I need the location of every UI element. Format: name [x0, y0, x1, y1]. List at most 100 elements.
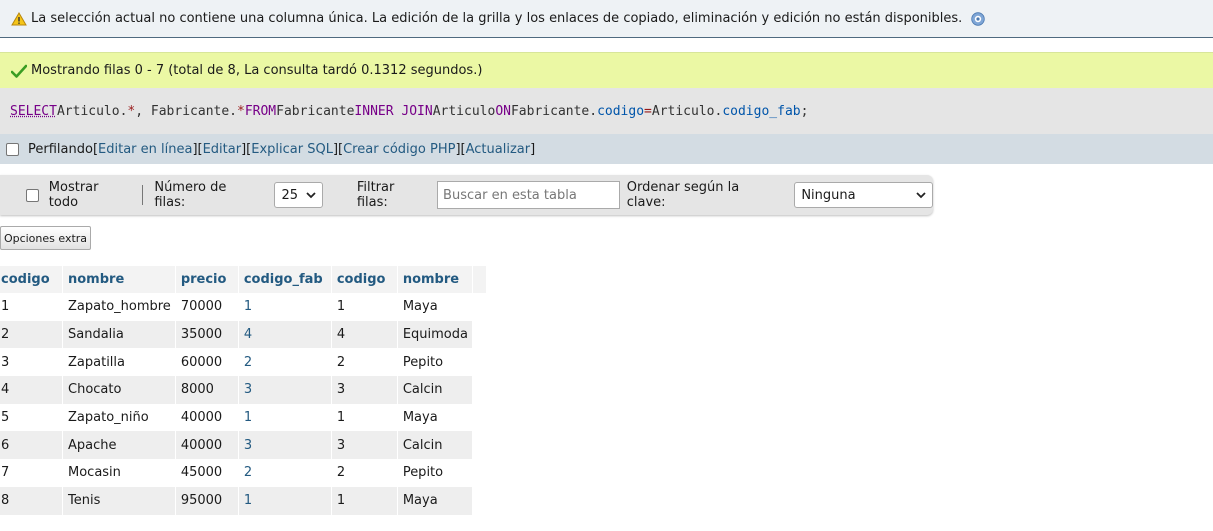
rows-select[interactable]: 25 — [274, 182, 323, 208]
table-cell: 8 — [0, 486, 63, 515]
table-cell: Maya — [397, 486, 473, 515]
table-row: 2 Sandalia 35000 4 4 Equimoda — [0, 320, 486, 349]
show-all-label: Mostrar todo — [48, 180, 99, 210]
warning-icon — [11, 11, 27, 26]
table-cell: 45000 — [175, 459, 239, 487]
separator — [142, 185, 144, 205]
table-cell: 5 — [0, 403, 63, 432]
table-cell-link[interactable]: 1 — [238, 293, 332, 321]
refresh-link[interactable]: Actualizar — [466, 142, 530, 157]
table-cell-link[interactable]: 4 — [238, 320, 332, 349]
table-row: 7 Mocasin 45000 2 2 Pepito — [0, 459, 486, 487]
filter-input[interactable]: Buscar en esta tabla — [437, 181, 620, 209]
sql-query[interactable]: SELECT Articulo. *, Fabricante. * FROM Fab… — [0, 88, 1213, 134]
table-cell-link[interactable]: 1 — [238, 486, 332, 515]
table-cell: Chocato — [62, 376, 176, 404]
table-cell: 6 — [0, 431, 63, 460]
create-php-code-link[interactable]: Crear código PHP — [343, 142, 455, 157]
rows-label: Número de filas: — [154, 180, 227, 210]
column-header[interactable]: nombre — [62, 266, 176, 293]
table-cell: 40000 — [175, 431, 239, 460]
table-cell: 7 — [0, 459, 63, 487]
table-cell: 3 — [331, 376, 398, 404]
profiling-bar: Perfilando [ Editar en línea ] [ Editar … — [0, 134, 1213, 164]
table-cell: 1 — [331, 293, 398, 321]
sql-keyword-on: ON — [495, 103, 511, 119]
column-header[interactable]: nombre — [397, 266, 473, 293]
sql-text: , Fabricante. — [135, 103, 237, 119]
sql-text: Articulo. — [56, 103, 128, 119]
table-cell-link[interactable]: 3 — [238, 376, 332, 404]
table-cell: 3 — [0, 348, 63, 377]
table-row: 5 Zapato_niño 40000 1 1 Maya — [0, 403, 486, 432]
table-cell: Sandalia — [62, 320, 176, 349]
table-cell-link[interactable]: 2 — [238, 348, 332, 377]
table-row: 8 Tenis 95000 1 1 Maya — [0, 486, 486, 515]
sql-field: codigo_fab — [722, 103, 801, 119]
sql-text: Fabricante — [276, 103, 355, 119]
sql-text: Fabricante. — [510, 103, 598, 119]
sql-operator: * — [127, 103, 136, 119]
table-row: 4 Chocato 8000 3 3 Calcin — [0, 376, 486, 404]
table-cell: 60000 — [175, 348, 239, 377]
sort-label: Ordenar según la clave: — [626, 180, 740, 210]
success-text: Mostrando filas 0 - 7 (total de 8, La co… — [31, 63, 483, 78]
sort-select-value: Ninguna — [801, 187, 856, 203]
table-cell: Maya — [397, 403, 473, 432]
table-row: 6 Apache 40000 3 3 Calcin — [0, 431, 486, 460]
table-cell: 95000 — [175, 486, 239, 515]
column-header[interactable]: codigo — [0, 266, 63, 293]
show-all-checkbox[interactable] — [26, 188, 39, 202]
column-header[interactable]: codigo_fab — [238, 266, 332, 293]
sql-field: codigo — [597, 103, 645, 119]
extra-options-button[interactable]: Opciones extra — [0, 226, 91, 250]
table-cell: 1 — [331, 403, 398, 432]
edit-link[interactable]: Editar — [203, 142, 242, 157]
navigation-bar: Mostrar todo Número de filas: 25 Filtrar… — [0, 175, 933, 215]
sql-text: Articulo — [432, 103, 496, 119]
table-cell: 4 — [0, 376, 63, 404]
help-icon[interactable] — [971, 11, 985, 26]
sort-select[interactable]: Ninguna — [794, 182, 933, 208]
table-cell: Calcin — [397, 376, 473, 404]
profiling-checkbox[interactable] — [6, 142, 19, 156]
success-banner: Mostrando filas 0 - 7 (total de 8, La co… — [0, 52, 1213, 88]
explain-sql-link[interactable]: Explicar SQL — [251, 142, 333, 157]
table-cell: 2 — [331, 459, 398, 487]
sql-keyword-select: SELECT — [10, 103, 57, 119]
table-cell: 4 — [331, 320, 398, 349]
sql-operator: = — [644, 103, 652, 119]
profiling-label: Perfilando — [28, 141, 93, 157]
table-cell: Pepito — [397, 348, 473, 377]
table-cell: 8000 — [175, 376, 239, 404]
table-cell-link[interactable]: 1 — [238, 403, 332, 432]
column-header[interactable]: codigo — [331, 266, 398, 293]
table-cell-link[interactable]: 3 — [238, 431, 332, 460]
edit-inline-link[interactable]: Editar en línea — [98, 142, 192, 157]
table-cell-link[interactable]: 2 — [238, 459, 332, 487]
table-cell: Calcin — [397, 431, 473, 460]
table-cell: 35000 — [175, 320, 239, 349]
table-cell: 40000 — [175, 403, 239, 432]
filter-input-placeholder: Buscar en esta tabla — [443, 187, 577, 203]
sql-text: ; — [800, 103, 809, 119]
table-cell: Pepito — [397, 459, 473, 487]
filter-label: Filtrar filas: — [356, 180, 395, 210]
table-header-row: codigo nombre precio codigo_fab codigo n… — [0, 266, 487, 293]
notice-banner: La selección actual no contiene una colu… — [0, 0, 1213, 38]
table-cell: Zapato_niño — [62, 403, 176, 432]
table-cell: Apache — [62, 431, 176, 460]
column-header-tail — [472, 266, 487, 293]
rows-select-value: 25 — [281, 187, 298, 203]
table-cell: Zapato_hombre — [62, 293, 176, 321]
table-cell: Maya — [397, 293, 473, 321]
chevron-down-icon — [306, 188, 316, 203]
sql-text: Articulo. — [651, 103, 723, 119]
table-cell: Equimoda — [397, 320, 473, 349]
table-cell: Zapatilla — [62, 348, 176, 377]
table-cell: 70000 — [175, 293, 239, 321]
notice-text: La selección actual no contiene una colu… — [31, 11, 963, 26]
table-cell: 1 — [331, 486, 398, 515]
table-row: 3 Zapatilla 60000 2 2 Pepito — [0, 348, 486, 377]
column-header[interactable]: precio — [175, 266, 239, 293]
